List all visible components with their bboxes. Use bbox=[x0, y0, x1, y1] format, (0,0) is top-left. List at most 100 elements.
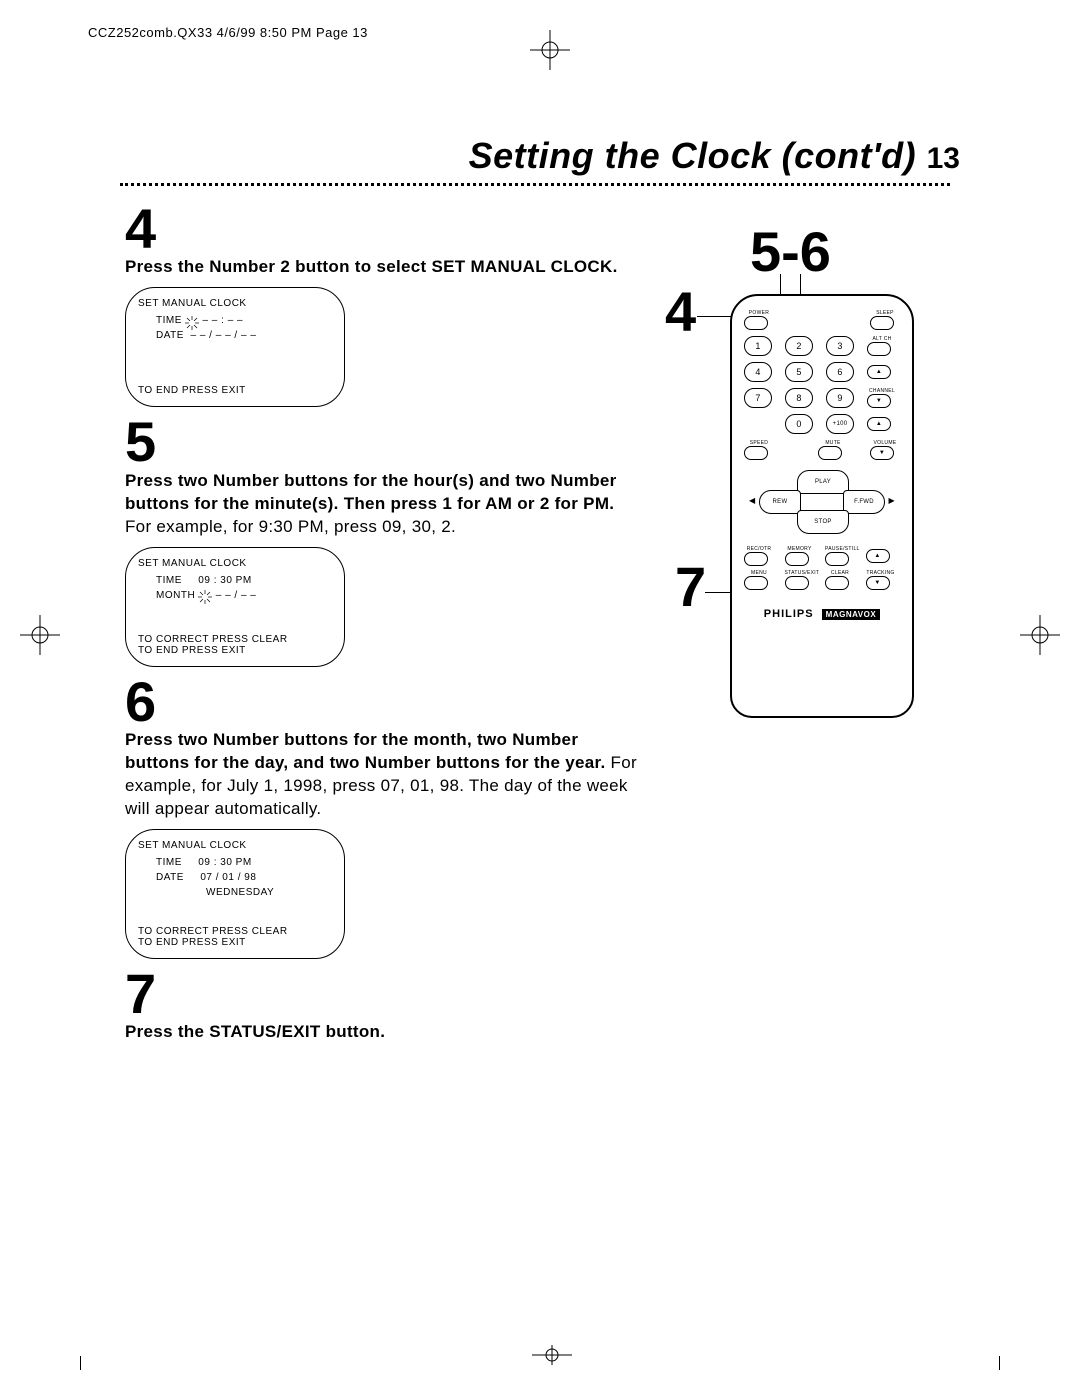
mute-button[interactable] bbox=[818, 446, 842, 460]
page-title: Setting the Clock (cont'd) bbox=[469, 135, 917, 176]
osd2-time-value: 09 : 30 PM bbox=[198, 575, 251, 586]
blink-cursor-icon bbox=[185, 316, 199, 326]
crop-mark-left-icon bbox=[20, 615, 60, 655]
brand-philips: PHILIPS bbox=[764, 608, 814, 620]
step-7-number: 7 bbox=[125, 969, 645, 1019]
channel-down-button[interactable]: ▼ bbox=[867, 394, 891, 408]
page-title-row: Setting the Clock (cont'd) 13 bbox=[70, 135, 1010, 177]
num-9-button[interactable]: 9 bbox=[826, 388, 854, 408]
osd1-time-value: – – : – – bbox=[202, 315, 243, 326]
osd2-footer2: TO END PRESS EXIT bbox=[138, 645, 332, 656]
osd3-date-label: DATE bbox=[156, 872, 184, 883]
step-4-bold: Press the Number 2 button to select SET … bbox=[125, 257, 618, 276]
step-6-bold: Press two Number buttons for the month, … bbox=[125, 730, 606, 772]
channel-label: CHANNEL bbox=[867, 388, 897, 394]
rew-button[interactable]: REW bbox=[759, 490, 801, 514]
step-6-number: 6 bbox=[125, 677, 645, 727]
transport-cluster: PLAY ◀ REW F.FWD ▶ STOP bbox=[757, 470, 887, 540]
volume-down-button[interactable]: ▼ bbox=[870, 446, 894, 460]
crop-mark-icon bbox=[80, 1356, 81, 1370]
num-8-button[interactable]: 8 bbox=[785, 388, 813, 408]
stop-button[interactable]: STOP bbox=[797, 510, 849, 534]
speed-button[interactable] bbox=[744, 446, 768, 460]
osd-screen-1: SET MANUAL CLOCK TIME – – : – – DATE – –… bbox=[125, 287, 345, 407]
num-4-button[interactable]: 4 bbox=[744, 362, 772, 382]
crop-mark-bottom-icon bbox=[532, 1345, 572, 1370]
osd2-time-label: TIME bbox=[156, 575, 182, 586]
volume-up-button[interactable]: ▲ bbox=[867, 417, 891, 431]
num-0-button[interactable]: 0 bbox=[785, 414, 813, 434]
clear-label: CLEAR bbox=[825, 570, 855, 576]
crop-mark-right-icon bbox=[1020, 615, 1060, 655]
step-4-text: Press the Number 2 button to select SET … bbox=[125, 256, 645, 279]
osd1-date-value: – – / – – / – – bbox=[191, 330, 257, 341]
rec-label: REC/OTR bbox=[744, 546, 774, 552]
num-1-button[interactable]: 1 bbox=[744, 336, 772, 356]
sleep-label: SLEEP bbox=[870, 310, 900, 316]
osd3-dow: WEDNESDAY bbox=[206, 887, 274, 898]
step-7-bold: Press the STATUS/EXIT button. bbox=[125, 1022, 385, 1041]
step-5-text: Press two Number buttons for the hour(s)… bbox=[125, 470, 645, 539]
channel-up-button[interactable]: ▲ bbox=[867, 365, 891, 379]
clear-button[interactable] bbox=[825, 576, 849, 590]
num-3-button[interactable]: 3 bbox=[826, 336, 854, 356]
rec-button[interactable] bbox=[744, 552, 768, 566]
tracking-up-button[interactable]: ▲ bbox=[866, 549, 890, 563]
altch-button[interactable] bbox=[867, 342, 891, 356]
osd2-month-label: MONTH bbox=[156, 590, 195, 601]
osd1-footer: TO END PRESS EXIT bbox=[138, 385, 332, 396]
pause-button[interactable] bbox=[825, 552, 849, 566]
menu-button[interactable] bbox=[744, 576, 768, 590]
osd3-time-label: TIME bbox=[156, 857, 182, 868]
num-100-button[interactable]: +100 bbox=[826, 414, 854, 434]
callout-7: 7 bbox=[675, 554, 706, 619]
osd-screen-3: SET MANUAL CLOCK TIME 09 : 30 PM DATE 07… bbox=[125, 829, 345, 959]
ffwd-arrow-icon: ▶ bbox=[889, 496, 895, 505]
rew-arrow-icon: ◀ bbox=[749, 496, 755, 505]
osd1-title: SET MANUAL CLOCK bbox=[138, 298, 332, 309]
mute-label: MUTE bbox=[818, 440, 848, 446]
crop-mark-top-icon bbox=[530, 30, 570, 70]
status-exit-button[interactable] bbox=[785, 576, 809, 590]
tracking-down-button[interactable]: ▼ bbox=[866, 576, 890, 590]
step-4-number: 4 bbox=[125, 204, 645, 254]
power-button[interactable] bbox=[744, 316, 768, 330]
osd3-date-value: 07 / 01 / 98 bbox=[200, 872, 256, 883]
page-number: 13 bbox=[927, 142, 960, 175]
volume-label: VOLUME bbox=[870, 440, 900, 446]
divider-dots bbox=[120, 183, 950, 186]
step-5-bold: Press two Number buttons for the hour(s)… bbox=[125, 471, 617, 513]
osd1-date-label: DATE bbox=[156, 330, 184, 341]
brand-magnavox: MAGNAVOX bbox=[822, 609, 881, 620]
crop-mark-icon bbox=[999, 1356, 1000, 1370]
status-label: STATUS/EXIT bbox=[785, 570, 815, 576]
sleep-button[interactable] bbox=[870, 316, 894, 330]
osd3-time-value: 09 : 30 PM bbox=[198, 857, 251, 868]
osd3-footer1: TO CORRECT PRESS CLEAR bbox=[138, 926, 332, 937]
menu-label: MENU bbox=[744, 570, 774, 576]
memory-label: MEMORY bbox=[785, 546, 815, 552]
osd-screen-2: SET MANUAL CLOCK TIME 09 : 30 PM MONTH –… bbox=[125, 547, 345, 667]
step-5-rest: For example, for 9:30 PM, press 09, 30, … bbox=[125, 517, 456, 536]
osd2-title: SET MANUAL CLOCK bbox=[138, 558, 332, 569]
num-5-button[interactable]: 5 bbox=[785, 362, 813, 382]
speed-label: SPEED bbox=[744, 440, 774, 446]
brand-row: PHILIPS MAGNAVOX bbox=[744, 608, 900, 620]
altch-label: ALT CH bbox=[867, 336, 897, 342]
osd1-time-label: TIME bbox=[156, 315, 182, 326]
tracking-label: TRACKING bbox=[866, 570, 896, 576]
osd3-footer2: TO END PRESS EXIT bbox=[138, 937, 332, 948]
num-6-button[interactable]: 6 bbox=[826, 362, 854, 382]
num-2-button[interactable]: 2 bbox=[785, 336, 813, 356]
pause-label: PAUSE/STILL bbox=[825, 546, 855, 552]
play-button[interactable]: PLAY bbox=[797, 470, 849, 494]
ffwd-button[interactable]: F.FWD bbox=[843, 490, 885, 514]
num-7-button[interactable]: 7 bbox=[744, 388, 772, 408]
blink-cursor-icon bbox=[198, 590, 212, 600]
step-7-text: Press the STATUS/EXIT button. bbox=[125, 1021, 645, 1044]
osd2-month-value: – – / – – bbox=[216, 590, 257, 601]
osd3-title: SET MANUAL CLOCK bbox=[138, 840, 332, 851]
callout-5-6: 5-6 bbox=[750, 219, 831, 284]
osd2-footer1: TO CORRECT PRESS CLEAR bbox=[138, 634, 332, 645]
memory-button[interactable] bbox=[785, 552, 809, 566]
